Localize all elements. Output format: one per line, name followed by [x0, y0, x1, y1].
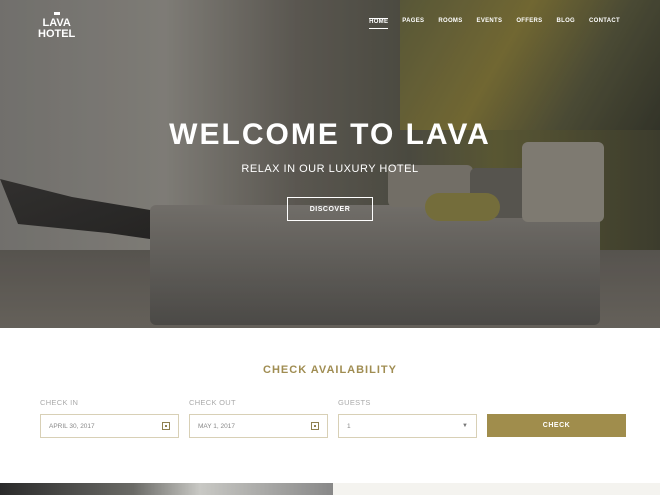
guests-label: GUESTS	[338, 398, 371, 407]
calendar-icon[interactable]	[311, 422, 319, 430]
check-out-label: CHECK OUT	[189, 398, 236, 407]
guests-value: 1	[347, 422, 351, 430]
hero-section: LAVA HOTEL HOME PAGES ROOMS EVENTS OFFER…	[0, 0, 660, 328]
calendar-icon[interactable]	[162, 422, 170, 430]
logo-line2: HOTEL	[38, 28, 76, 40]
nav-offers[interactable]: OFFERS	[516, 18, 542, 29]
main-nav: HOME PAGES ROOMS EVENTS OFFERS BLOG CONT…	[369, 18, 620, 29]
nav-events[interactable]: EVENTS	[477, 18, 503, 29]
check-in-label: CHECK IN	[40, 398, 79, 407]
discover-button[interactable]: DISCOVER	[287, 197, 373, 221]
nav-pages[interactable]: PAGES	[402, 18, 424, 29]
check-in-value: APRIL 30, 2017	[49, 422, 95, 430]
guests-select[interactable]: 1 ▼	[338, 414, 477, 438]
content-panel	[333, 483, 660, 495]
check-button[interactable]: CHECK	[487, 414, 626, 437]
check-out-field[interactable]: MAY 1, 2017	[189, 414, 328, 438]
check-availability-title: CHECK AVAILABILITY	[263, 364, 397, 376]
nav-rooms[interactable]: ROOMS	[438, 18, 462, 29]
check-out-value: MAY 1, 2017	[198, 422, 235, 430]
check-in-field[interactable]: APRIL 30, 2017	[40, 414, 179, 438]
hero-title: WELCOME TO LAVA	[169, 118, 491, 151]
room-image	[0, 483, 333, 495]
nav-blog[interactable]: BLOG	[556, 18, 575, 29]
crown-icon	[53, 12, 60, 15]
hero-subtitle: RELAX IN OUR LUXURY HOTEL	[241, 163, 419, 175]
nav-contact[interactable]: CONTACT	[589, 18, 620, 29]
nav-home[interactable]: HOME	[369, 18, 389, 29]
chevron-down-icon: ▼	[462, 423, 468, 429]
logo[interactable]: LAVA HOTEL	[38, 12, 75, 40]
